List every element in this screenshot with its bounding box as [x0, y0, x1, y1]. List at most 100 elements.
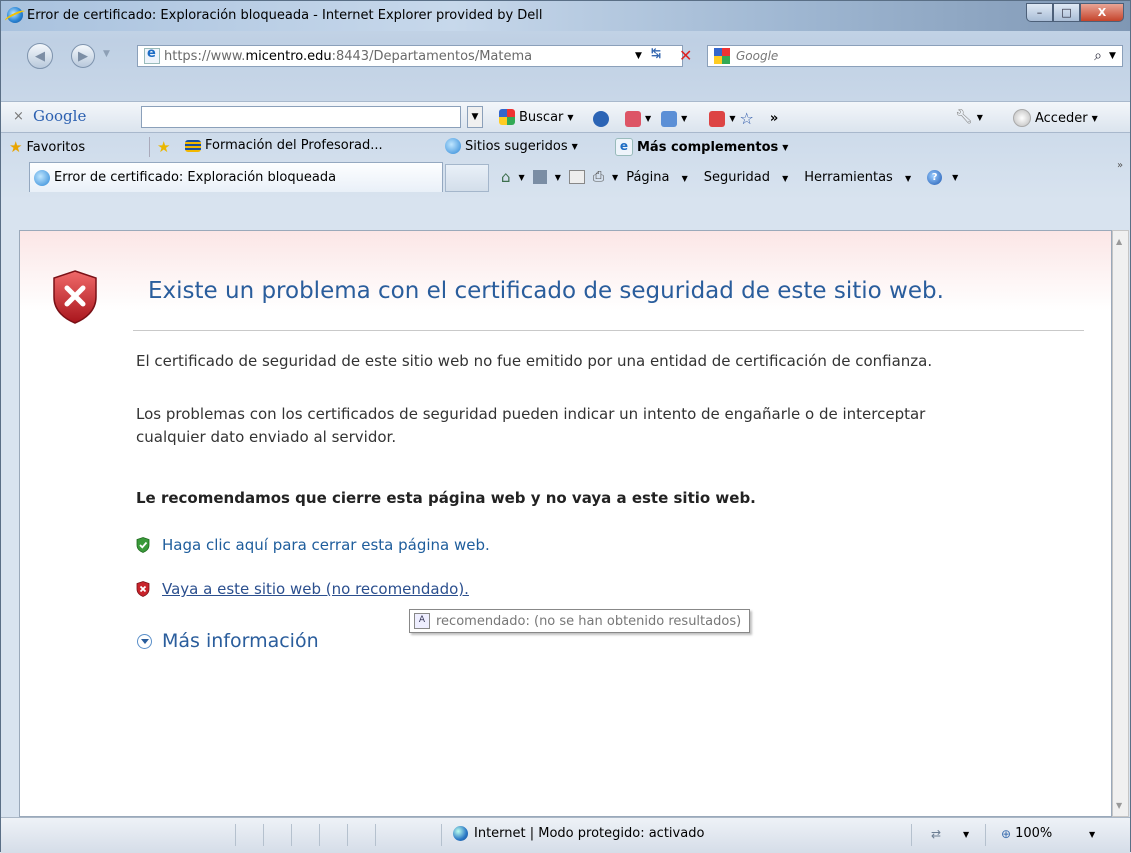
- search-button-label: Buscar: [519, 109, 564, 125]
- scroll-down-icon[interactable]: ▼: [1116, 801, 1122, 810]
- google-logo: Google: [33, 107, 87, 125]
- tools-menu-label: Herramientas: [804, 169, 893, 185]
- status-divider: [347, 824, 348, 846]
- maximize-button[interactable]: □: [1053, 3, 1080, 22]
- home-icon[interactable]: ⌂: [501, 168, 511, 186]
- ie-icon: [34, 169, 50, 186]
- new-tab-button[interactable]: [445, 164, 489, 192]
- page-icon: [144, 46, 160, 64]
- command-bar-more[interactable]: »: [1117, 160, 1123, 171]
- protected-mode-icon[interactable]: ⇄: [931, 827, 941, 841]
- close-toolbar-icon[interactable]: ×: [13, 109, 24, 124]
- search-icon[interactable]: ⌕: [1094, 48, 1102, 64]
- spellcheck-icon[interactable]: [709, 110, 726, 127]
- favorite-item-formacion[interactable]: Formación del Profesorad...: [185, 138, 383, 153]
- zoom-dropdown-icon[interactable]: ▼: [1089, 830, 1095, 839]
- more-information-toggle[interactable]: Más información: [137, 630, 319, 652]
- google-search-dropdown-icon[interactable]: ▼: [467, 106, 483, 128]
- vertical-scrollbar[interactable]: ▲ ▼: [1112, 230, 1129, 817]
- favorites-bar: ★ Favoritos ★ Formación del Profesorad..…: [1, 133, 1130, 160]
- help-menu[interactable]: ? ▼: [927, 169, 966, 185]
- print-dropdown-icon[interactable]: ▼: [612, 173, 618, 182]
- suggested-sites-label: Sitios sugeridos: [465, 138, 568, 154]
- address-dropdown-icon[interactable]: ▼: [635, 51, 642, 61]
- security-menu[interactable]: Seguridad ▼: [704, 170, 796, 185]
- tooltip-text: recomendado: (no se han obtenido resulta…: [436, 613, 742, 629]
- title-bar: Error de certificado: Exploración bloque…: [1, 1, 1130, 31]
- address-bar[interactable]: https://www.micentro.edu:8443/Departamen…: [137, 45, 683, 67]
- window-controls: – □ X: [1026, 3, 1124, 22]
- settings-wrench[interactable]: 🔧︎ ▼: [955, 109, 983, 125]
- search-options-dropdown-icon[interactable]: ▼: [1109, 51, 1116, 61]
- window-title: Error de certificado: Exploración bloque…: [27, 8, 543, 23]
- status-divider: [441, 824, 442, 846]
- suggested-sites-button[interactable]: Sitios sugeridos ▼: [445, 138, 578, 154]
- security-zone-label: Internet | Modo protegido: activado: [474, 826, 705, 841]
- page-menu-label: Página: [626, 169, 670, 185]
- zoom-level: 100%: [1015, 826, 1053, 841]
- close-window-button[interactable]: X: [1080, 3, 1124, 22]
- read-mail-icon[interactable]: [568, 170, 585, 184]
- warning-line-2: cualquier dato enviado al servidor.: [136, 428, 397, 446]
- divider: [149, 137, 150, 157]
- favorites-label: Favoritos: [26, 139, 86, 155]
- chevron-down-icon: ▼: [782, 142, 789, 152]
- google-toolbar: × Google ▼ Buscar ▼ ▼ ▼ ▼ ☆ » 🔧︎ ▼ Acced…: [1, 101, 1130, 133]
- search-dropdown-icon[interactable]: ▼: [567, 113, 573, 122]
- globe-icon: [453, 826, 468, 841]
- status-divider: [235, 824, 236, 846]
- browser-window: Error de certificado: Exploración bloque…: [0, 0, 1131, 853]
- add-button-icon[interactable]: [661, 110, 678, 127]
- popup-blocker-icon[interactable]: [625, 110, 641, 127]
- ie-logo-icon: [7, 7, 23, 23]
- tab-row: Error de certificado: Exploración bloque…: [1, 160, 1130, 194]
- print-icon[interactable]: ⎙: [593, 169, 604, 185]
- tools-menu[interactable]: Herramientas ▼: [804, 170, 919, 185]
- tab-certificate-error[interactable]: Error de certificado: Exploración bloque…: [29, 162, 443, 192]
- chevron-down-icon: ▼: [571, 141, 578, 151]
- danger-shield-icon: [136, 581, 150, 597]
- search-box[interactable]: Google ⌕: [707, 45, 1123, 67]
- close-page-link[interactable]: Haga clic aquí para cerrar esta página w…: [162, 536, 490, 554]
- zoom-control[interactable]: ⊕ 100%: [1001, 826, 1052, 841]
- signin-label: Acceder: [1035, 110, 1088, 126]
- tab-title: Error de certificado: Exploración bloque…: [54, 170, 337, 185]
- home-dropdown-icon[interactable]: ▼: [519, 173, 525, 182]
- more-addons-button[interactable]: e Más complementos ▼: [615, 138, 788, 156]
- scroll-up-icon[interactable]: ▲: [1116, 237, 1122, 246]
- continue-to-site-link[interactable]: Vaya a este sitio web (no recomendado).: [162, 580, 469, 598]
- url-text: https://www.micentro.edu:8443/Departamen…: [164, 48, 533, 64]
- dictionary-icon: A: [414, 613, 430, 629]
- signin-button[interactable]: Acceder ▼: [1013, 109, 1098, 127]
- navigation-bar: ◀ ▶ ▼ https://www.micentro.edu:8443/Depa…: [1, 39, 1130, 75]
- status-divider: [375, 824, 376, 846]
- feeds-icon[interactable]: [532, 170, 547, 184]
- favorites-button[interactable]: ★ Favoritos: [9, 138, 85, 156]
- pagerank-icon[interactable]: [593, 110, 609, 127]
- site-favicon: [185, 139, 201, 152]
- security-zone[interactable]: Internet | Modo protegido: activado: [453, 826, 704, 841]
- minimize-button[interactable]: –: [1026, 3, 1053, 22]
- command-bar: ⌂ ▼ ▼ ⎙ ▼ Página ▼ Seguridad ▼ Herramien…: [501, 168, 974, 186]
- ie-icon: [445, 138, 461, 154]
- divider: [133, 330, 1084, 331]
- more-tools-icon[interactable]: »: [770, 111, 778, 126]
- page-menu[interactable]: Página ▼: [626, 170, 696, 185]
- forward-button[interactable]: ▶: [71, 44, 95, 68]
- add-favorite-button[interactable]: ★: [157, 138, 170, 156]
- google-search-input[interactable]: [141, 106, 461, 128]
- refresh-icon[interactable]: ↹: [651, 46, 673, 66]
- chevron-down-icon[interactable]: ▼: [963, 830, 969, 839]
- expand-chevron-icon: [137, 633, 152, 649]
- back-button[interactable]: ◀: [27, 43, 53, 69]
- bookmark-star-icon[interactable]: ☆: [739, 109, 753, 128]
- page-title: Existe un problema con el certificado de…: [148, 278, 944, 304]
- tooltip: A recomendado: (no se han obtenido resul…: [409, 609, 751, 633]
- stop-icon[interactable]: ✕: [679, 46, 699, 66]
- feeds-dropdown-icon[interactable]: ▼: [555, 173, 561, 182]
- warning-line-1: Los problemas con los certificados de se…: [136, 405, 926, 423]
- google-search-button[interactable]: Buscar ▼: [499, 109, 574, 125]
- toolbar-icons: ▼ ▼ ▼ ☆ »: [593, 109, 778, 128]
- help-icon: ?: [927, 169, 943, 185]
- recent-pages-dropdown-icon[interactable]: ▼: [103, 49, 110, 59]
